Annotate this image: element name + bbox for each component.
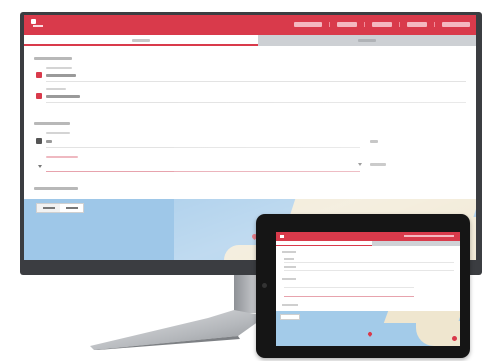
tablet-tab-bar	[276, 241, 460, 246]
tablet-field-1	[284, 258, 294, 260]
tablet-app-header	[276, 232, 460, 241]
tablet-map-type-toggle[interactable]	[280, 314, 300, 320]
tab-2[interactable]	[258, 35, 476, 46]
field-3-label	[46, 132, 70, 134]
tab-1[interactable]	[24, 35, 258, 46]
section-2-title	[34, 122, 70, 125]
tablet-field-2	[284, 266, 296, 268]
select-arrow-icon[interactable]	[358, 163, 362, 166]
field-2-label	[46, 88, 66, 90]
top-nav	[294, 22, 470, 27]
field-1-label	[46, 67, 72, 69]
section-1-title	[34, 57, 72, 60]
pin-icon	[36, 72, 42, 78]
tablet-fab-button[interactable]	[452, 336, 457, 341]
nav-item-5[interactable]	[442, 22, 470, 27]
map-toggle-option-1[interactable]	[37, 204, 60, 212]
map-type-toggle[interactable]	[36, 203, 84, 213]
tablet-map[interactable]	[276, 311, 460, 346]
calendar-icon	[36, 93, 42, 99]
nav-item-1[interactable]	[294, 22, 322, 27]
tablet-camera	[262, 283, 267, 288]
nav-item-3[interactable]	[372, 22, 392, 27]
nav-separator	[399, 22, 400, 27]
app-header	[24, 15, 476, 35]
tablet-section-2-title	[282, 278, 296, 280]
tablet-field-1-input[interactable]	[284, 262, 454, 263]
nav-separator	[434, 22, 435, 27]
nav-separator	[329, 22, 330, 27]
chevron-down-icon	[38, 165, 42, 168]
field-1-input[interactable]	[46, 81, 466, 82]
weight-icon	[36, 138, 42, 144]
nav-separator	[364, 22, 365, 27]
tablet-top-nav[interactable]	[404, 235, 454, 237]
tab-1-label	[132, 39, 150, 42]
field-2-value	[46, 95, 80, 98]
field-4-unit	[370, 163, 386, 166]
field-4-label	[46, 156, 78, 158]
tablet-tab-1[interactable]	[276, 241, 372, 246]
tab-2-label	[358, 39, 376, 42]
field-3-unit	[370, 140, 378, 143]
field-4-select[interactable]	[46, 171, 360, 172]
tab-bar	[24, 35, 476, 46]
map-toggle-option-2[interactable]	[60, 204, 83, 212]
section-3-title	[34, 187, 78, 190]
field-1-value	[46, 74, 76, 77]
tablet-section-1-title	[282, 251, 296, 253]
nav-item-2[interactable]	[337, 22, 357, 27]
monitor-stand-base	[90, 310, 266, 350]
tablet-field-2-input[interactable]	[284, 270, 454, 271]
tablet-app-logo[interactable]	[280, 235, 284, 238]
tablet-tab-2[interactable]	[372, 241, 460, 246]
field-3-value	[46, 140, 52, 143]
tablet-section-3-title	[282, 304, 298, 306]
tablet-field-4-select[interactable]	[284, 296, 414, 297]
field-2-input[interactable]	[46, 102, 466, 103]
tablet-field-3-input[interactable]	[284, 287, 414, 288]
app-logo[interactable]	[31, 19, 43, 31]
field-3-input[interactable]	[46, 147, 360, 148]
nav-item-4[interactable]	[407, 22, 427, 27]
tablet-screen	[276, 232, 460, 346]
